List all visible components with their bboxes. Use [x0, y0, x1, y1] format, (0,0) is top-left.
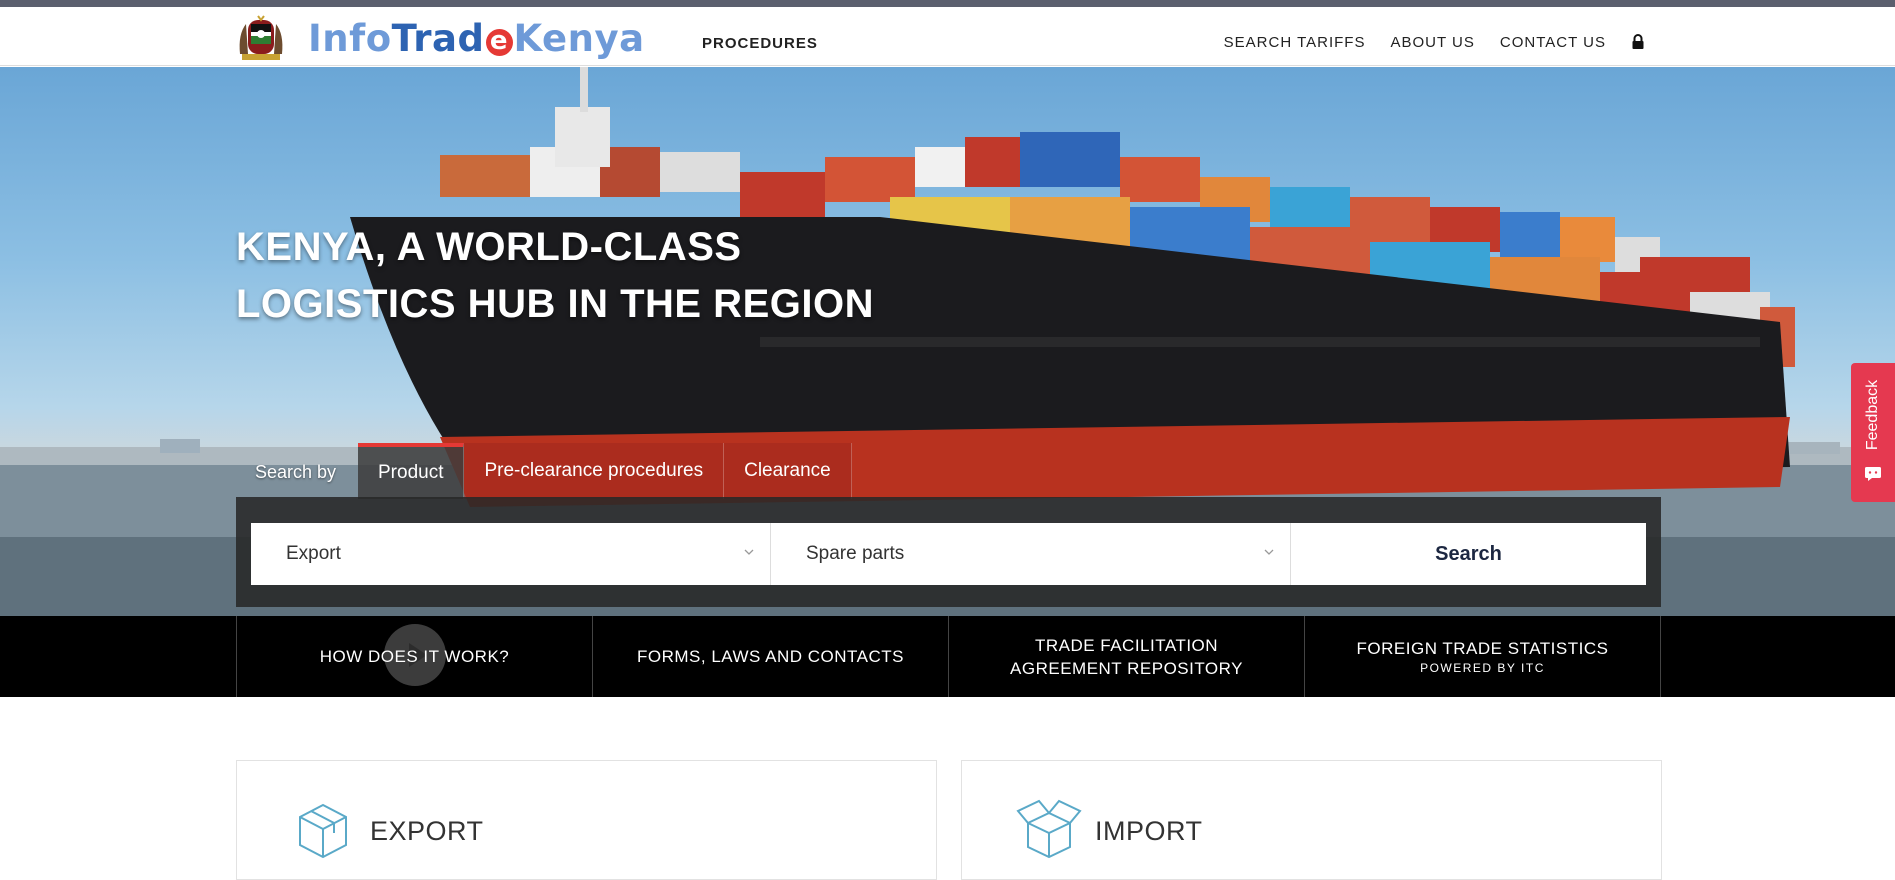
product-select-value: Spare parts: [806, 543, 905, 564]
quick-links-bar: HOW DOES IT WORK? FORMS, LAWS AND CONTAC…: [0, 616, 1895, 697]
quick-link-forms-label: FORMS, LAWS AND CONTACTS: [636, 647, 905, 666]
quick-link-how-it-works[interactable]: HOW DOES IT WORK?: [237, 616, 593, 697]
search-button[interactable]: Search: [1291, 523, 1646, 585]
nav-search-tariffs[interactable]: SEARCH TARIFFS: [1224, 34, 1366, 51]
site-logo[interactable]: InfoTrad e Kenya: [236, 15, 645, 61]
nav-right: SEARCH TARIFFS ABOUT US CONTACT US: [1224, 33, 1645, 51]
box-icon: [299, 803, 347, 859]
brand-info: Info: [308, 16, 392, 60]
quick-link-stats-sub: POWERED BY ITC: [1420, 661, 1545, 675]
search-tabs: Product Pre-clearance procedures Clearan…: [358, 443, 852, 499]
brand-e: e: [485, 28, 513, 56]
export-card-title: EXPORT: [370, 816, 484, 846]
quick-link-forms-laws-contacts[interactable]: FORMS, LAWS AND CONTACTS: [593, 616, 949, 697]
search-panel: Export Spare parts Search: [236, 497, 1661, 607]
headline-line-2: LOGISTICS HUB IN THE REGION: [236, 282, 874, 326]
tab-product[interactable]: Product: [358, 443, 465, 499]
feedback-label: Feedback: [1864, 379, 1881, 451]
chevron-down-icon: [744, 549, 754, 555]
brand-wordmark: InfoTrad e Kenya: [308, 17, 645, 60]
feedback-tab[interactable]: Feedback: [1851, 363, 1895, 502]
coat-of-arms-icon: [239, 15, 283, 60]
nav-contact-us[interactable]: CONTACT US: [1500, 34, 1606, 51]
navbar: InfoTrad e Kenya PROCEDURES SEARCH TARIFFS…: [0, 7, 1895, 66]
quick-link-foreign-trade-statistics[interactable]: FOREIGN TRADE STATISTICS POWERED BY ITC: [1305, 616, 1661, 697]
open-box-icon: [1016, 799, 1082, 859]
hero-banner: KENYA, A WORLD-CLASS LOGISTICS HUB IN TH…: [0, 67, 1895, 616]
quick-link-tfa-repository[interactable]: TRADE FACILITATION AGREEMENT REPOSITORY: [949, 616, 1305, 697]
flow-select[interactable]: Export: [251, 523, 771, 585]
headline-line-1: KENYA, A WORLD-CLASS: [236, 225, 742, 269]
product-select[interactable]: Spare parts: [771, 523, 1291, 585]
quick-link-tfa-line2: AGREEMENT REPOSITORY: [1010, 658, 1243, 678]
import-card[interactable]: IMPORT: [961, 760, 1662, 880]
feedback-icon: [1865, 467, 1881, 481]
export-card[interactable]: EXPORT: [236, 760, 937, 880]
tab-pre-clearance-procedures[interactable]: Pre-clearance procedures: [464, 443, 725, 499]
quick-link-stats-label: FOREIGN TRADE STATISTICS: [1356, 639, 1609, 658]
quick-link-how-label: HOW DOES IT WORK?: [319, 647, 510, 666]
hero-headline: KENYA, A WORLD-CLASS LOGISTICS HUB IN TH…: [236, 219, 874, 333]
search-by-label: Search by: [255, 462, 337, 482]
flow-select-value: Export: [286, 543, 341, 564]
brand-trade: Trad: [391, 16, 485, 60]
brand-kenya: Kenya: [513, 16, 645, 60]
nav-procedures[interactable]: PROCEDURES: [702, 35, 818, 52]
chevron-down-icon: [1264, 549, 1274, 555]
tab-clearance[interactable]: Clearance: [724, 443, 852, 499]
quick-link-tfa-line1: TRADE FACILITATION: [1034, 635, 1219, 655]
import-card-title: IMPORT: [1095, 816, 1203, 846]
nav-about-us[interactable]: ABOUT US: [1390, 34, 1474, 51]
lock-icon[interactable]: [1631, 33, 1645, 51]
top-strip: [0, 0, 1895, 7]
